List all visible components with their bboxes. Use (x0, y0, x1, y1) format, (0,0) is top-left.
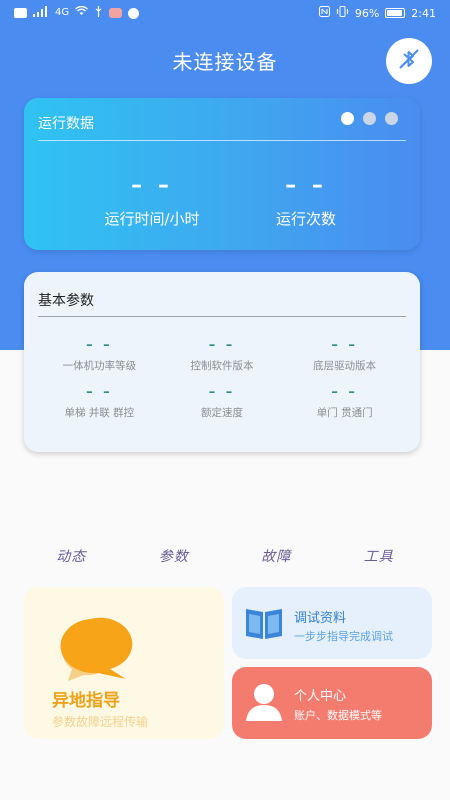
page-dot-2[interactable] (363, 112, 376, 125)
param-power-level: – – 一体机功率等级 (38, 338, 161, 373)
page-dot-1[interactable] (341, 112, 354, 125)
remote-guidance-tile[interactable]: 异地指导 参数故障远程传输 (24, 587, 224, 739)
vibrate-icon (336, 5, 349, 21)
run-time-label: 运行时间/小时 (104, 210, 200, 228)
param-rated-speed: – – 额定速度 (161, 385, 284, 420)
network-type-label: 4G (55, 7, 70, 18)
debug-docs-subtitle: 一步步指导完成调试 (294, 630, 393, 643)
clock: 2:41 (411, 6, 436, 20)
signal-icon (33, 5, 49, 21)
status-right: 96% 2:41 (318, 5, 436, 21)
bluetooth-off-icon (396, 46, 422, 76)
personal-center-title: 个人中心 (294, 689, 347, 704)
function-tabs: 动态 参数 故障 工具 (20, 546, 430, 566)
bluetooth-button[interactable] (386, 38, 432, 84)
param-value: – – (86, 338, 113, 353)
book-icon (244, 605, 284, 645)
remote-guidance-title: 异地指导 (52, 691, 120, 711)
remote-guidance-subtitle: 参数故障远程传输 (52, 715, 149, 729)
tab-tools[interactable]: 工具 (364, 546, 394, 566)
param-label: 一体机功率等级 (62, 360, 137, 372)
chat-bubbles-icon (50, 611, 154, 685)
status-left: 4G (14, 5, 140, 21)
phone-app-icon (128, 7, 140, 19)
basic-params-card[interactable]: 基本参数 – – 一体机功率等级 – – 控制软件版本 – – 底层驱动版本 –… (24, 272, 420, 452)
run-data-title: 运行数据 (38, 116, 94, 132)
usb-icon (94, 5, 103, 21)
personal-center-tile[interactable]: 个人中心 账户、数据模式等 (232, 667, 432, 739)
param-value: – – (208, 385, 236, 400)
param-label: 底层驱动版本 (313, 360, 377, 372)
param-value: – – (208, 338, 236, 353)
battery-percent: 96% (354, 6, 380, 20)
debug-docs-tile[interactable]: 调试资料 一步步指导完成调试 (232, 587, 432, 659)
basic-params-title: 基本参数 (38, 293, 94, 309)
divider (38, 316, 406, 317)
param-elevator-mode: – – 单梯 并联 群控 (38, 385, 161, 420)
user-icon (244, 681, 284, 727)
run-count-stat: – – 运行次数 (216, 168, 396, 229)
param-label: 额定速度 (200, 407, 243, 419)
page-dot-3[interactable] (385, 112, 398, 125)
message-app-icon (109, 8, 123, 18)
param-door-type: – – 单门 贯通门 (283, 385, 406, 420)
run-time-value: – – (131, 173, 173, 198)
debug-docs-title: 调试资料 (294, 611, 347, 626)
run-time-stat: – – 运行时间/小时 (62, 168, 242, 229)
tab-faults[interactable]: 故障 (261, 546, 291, 566)
param-label: 单门 贯通门 (316, 407, 373, 419)
param-value: – – (86, 385, 113, 400)
params-grid: – – 一体机功率等级 – – 控制软件版本 – – 底层驱动版本 – – 单梯… (38, 338, 406, 420)
divider (38, 140, 406, 141)
param-label: 控制软件版本 (190, 360, 254, 372)
tab-params[interactable]: 参数 (159, 546, 189, 566)
param-label: 单梯 并联 群控 (64, 407, 135, 419)
hd-icon (14, 8, 27, 18)
nfc-icon (318, 5, 330, 21)
tab-dynamic[interactable]: 动态 (56, 546, 86, 566)
run-count-label: 运行次数 (275, 210, 336, 228)
param-value: – – (331, 338, 358, 353)
run-count-value: – – (285, 173, 327, 198)
page-indicator (341, 112, 398, 125)
status-bar: 4G 96% 2:41 (0, 0, 450, 26)
param-control-software-version: – – 控制软件版本 (161, 338, 284, 373)
battery-icon (385, 8, 406, 18)
param-driver-version: – – 底层驱动版本 (283, 338, 406, 373)
run-data-card[interactable]: 运行数据 – – 运行时间/小时 – – 运行次数 (24, 98, 420, 250)
param-value: – – (331, 385, 358, 400)
personal-center-subtitle: 账户、数据模式等 (294, 709, 382, 722)
wifi-icon (75, 5, 89, 20)
page-title: 未连接设备 (172, 50, 278, 74)
